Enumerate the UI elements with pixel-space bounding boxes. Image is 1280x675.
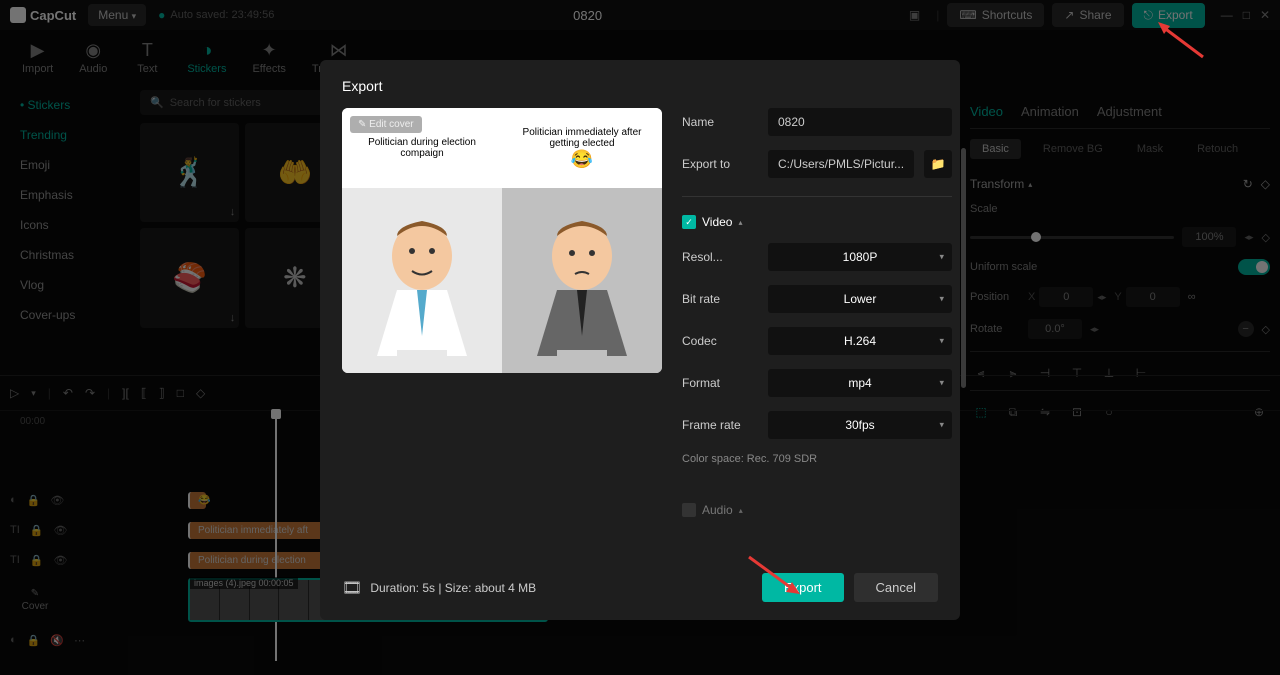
video-checkbox[interactable]: ✓: [682, 215, 696, 229]
name-input[interactable]: [768, 108, 952, 136]
audio-checkbox[interactable]: [682, 503, 696, 517]
meme-face-right: [502, 188, 662, 373]
exportto-path: C:/Users/PMLS/Pictur...: [768, 150, 914, 178]
meme-caption-right: Politician immediately after getting ele…: [502, 108, 662, 188]
bitrate-label: Bit rate: [682, 292, 758, 306]
format-label: Format: [682, 376, 758, 390]
meme-face-left: [342, 188, 502, 373]
framerate-label: Frame rate: [682, 418, 758, 432]
browse-button[interactable]: 📁: [924, 150, 952, 178]
resolution-select[interactable]: 1080P▾: [768, 243, 952, 271]
codec-label: Codec: [682, 334, 758, 348]
exportto-label: Export to: [682, 157, 758, 171]
resolution-label: Resol...: [682, 250, 758, 264]
framerate-select[interactable]: 30fps▾: [768, 411, 952, 439]
modal-export-button[interactable]: Export: [762, 573, 844, 602]
video-section-header[interactable]: ✓ Video ▴: [682, 215, 952, 229]
bitrate-select[interactable]: Lower▾: [768, 285, 952, 313]
duration-info: 🎞 Duration: 5s | Size: about 4 MB: [342, 578, 536, 598]
export-modal: Export ✎ Edit cover Politician during el…: [320, 60, 960, 620]
folder-icon: 📁: [931, 157, 946, 171]
codec-select[interactable]: H.264▾: [768, 327, 952, 355]
export-preview: ✎ Edit cover Politician during election …: [342, 108, 662, 373]
audio-section-header[interactable]: Audio ▴: [682, 503, 952, 517]
modal-cancel-button[interactable]: Cancel: [854, 573, 938, 602]
edit-cover-button[interactable]: ✎ Edit cover: [350, 116, 422, 133]
scrollbar[interactable]: [961, 148, 966, 388]
name-label: Name: [682, 115, 758, 129]
film-icon: 🎞: [342, 578, 362, 598]
format-select[interactable]: mp4▾: [768, 369, 952, 397]
colorspace-info: Color space: Rec. 709 SDR: [682, 453, 952, 465]
modal-title: Export: [342, 78, 938, 94]
